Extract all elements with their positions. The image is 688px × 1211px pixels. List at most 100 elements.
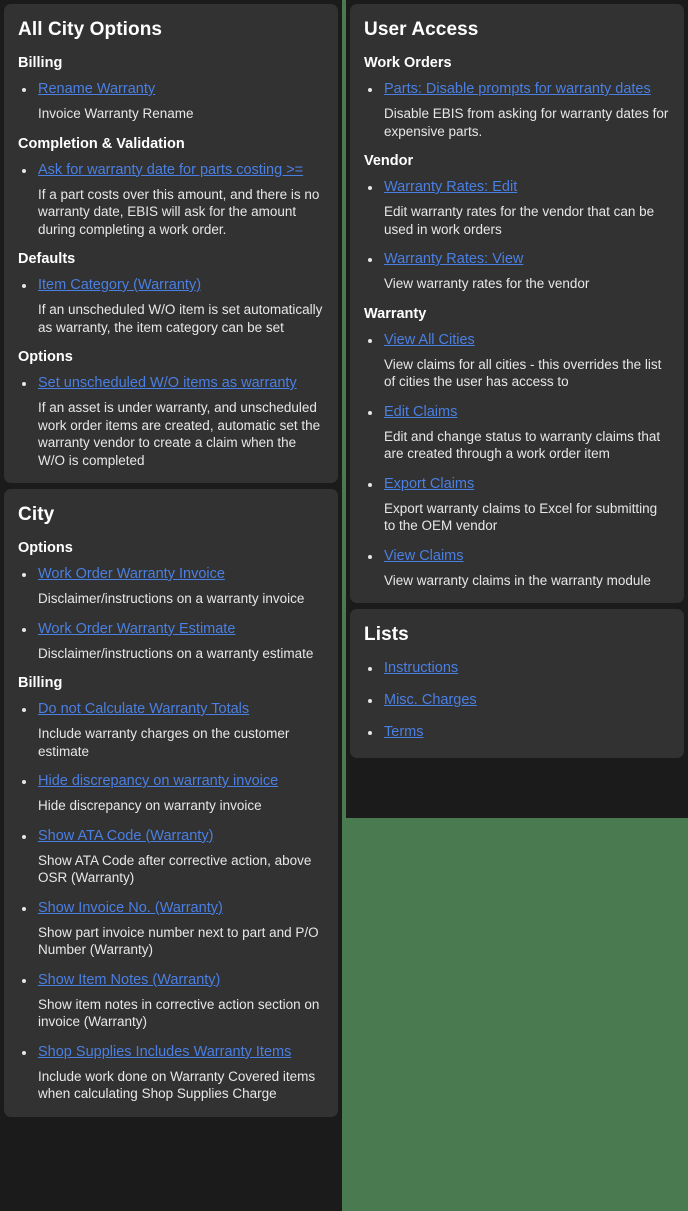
option-description: Show item notes in corrective action sec… bbox=[38, 996, 320, 1030]
group-title: Defaults bbox=[18, 251, 76, 267]
option-group: Completion & Validation Ask for warranty … bbox=[18, 135, 324, 239]
card-title: User Access bbox=[364, 19, 479, 40]
card-all-city-options: All City Options Billing Rename Warranty In… bbox=[4, 4, 338, 483]
card-city: City Options Work Order Warranty Invoice Di… bbox=[4, 489, 338, 1117]
option-group: Billing Rename Warranty Invoice Warranty R… bbox=[18, 54, 324, 123]
option-link[interactable]: Parts: Disable prompts for warranty date… bbox=[384, 81, 651, 97]
group-title: Billing bbox=[18, 675, 63, 691]
option-group: Billing Do not Calculate Warranty Totals I… bbox=[18, 674, 324, 1103]
option-group: Defaults Item Category (Warranty) If an un… bbox=[18, 250, 324, 336]
option-list: Do not Calculate Warranty Totals Include … bbox=[18, 700, 324, 1103]
group-title: Options bbox=[18, 349, 73, 365]
list-item: Terms bbox=[364, 723, 670, 742]
option-group: Options Set unscheduled W/O items as warr… bbox=[18, 348, 324, 469]
option-link[interactable]: Show Item Notes (Warranty) bbox=[38, 972, 220, 988]
option-link[interactable]: Hide discrepancy on warranty invoice bbox=[38, 773, 278, 789]
option-list: Instructions Misc. Charges Terms bbox=[364, 659, 670, 742]
option-description: Hide discrepancy on warranty invoice bbox=[38, 798, 262, 813]
option-group: Warranty View All Cities View claims for a… bbox=[364, 305, 670, 590]
option-description: Export warranty claims to Excel for subm… bbox=[384, 500, 658, 534]
option-list: Item Category (Warranty) If an unschedule… bbox=[18, 276, 324, 336]
option-description: If an asset is under warranty, and unsch… bbox=[38, 400, 321, 468]
list-item: Warranty Rates: Edit Edit warranty rates … bbox=[364, 178, 670, 238]
option-group: Work Orders Parts: Disable prompts for wa… bbox=[364, 54, 670, 140]
group-title: Billing bbox=[18, 55, 63, 71]
group-title: Options bbox=[18, 540, 73, 556]
option-link[interactable]: Warranty Rates: Edit bbox=[384, 179, 517, 195]
option-link[interactable]: Terms bbox=[384, 724, 423, 740]
option-description: Invoice Warranty Rename bbox=[38, 106, 194, 121]
card-title: City bbox=[18, 504, 55, 525]
list-item: Edit Claims Edit and change status to war… bbox=[364, 403, 670, 463]
option-group: Options Work Order Warranty Invoice Discla… bbox=[18, 539, 324, 662]
option-description: Show part invoice number next to part an… bbox=[38, 924, 319, 958]
card-lists: Lists Instructions Misc. Charges Terms bbox=[350, 609, 684, 758]
list-item: Rename Warranty Invoice Warranty Rename bbox=[18, 80, 324, 123]
option-link[interactable]: Edit Claims bbox=[384, 404, 457, 420]
list-item: Shop Supplies Includes Warranty Items Inc… bbox=[18, 1043, 324, 1103]
option-link[interactable]: Export Claims bbox=[384, 476, 474, 492]
card-title: All City Options bbox=[18, 19, 163, 40]
list-item: Do not Calculate Warranty Totals Include … bbox=[18, 700, 324, 760]
option-link[interactable]: Work Order Warranty Invoice bbox=[38, 566, 225, 582]
list-item: Item Category (Warranty) If an unschedule… bbox=[18, 276, 324, 336]
option-list: Parts: Disable prompts for warranty date… bbox=[364, 80, 670, 140]
list-item: Work Order Warranty Estimate Disclaimer/i… bbox=[18, 620, 324, 663]
option-description: Include warranty charges on the customer… bbox=[38, 726, 290, 759]
option-list: Set unscheduled W/O items as warranty If … bbox=[18, 374, 324, 469]
option-link[interactable]: Item Category (Warranty) bbox=[38, 277, 201, 293]
option-description: If an unscheduled W/O item is set automa… bbox=[38, 302, 323, 335]
option-link[interactable]: Rename Warranty bbox=[38, 81, 155, 97]
list-item: Show ATA Code (Warranty) Show ATA Code af… bbox=[18, 827, 324, 887]
list-item: Set unscheduled W/O items as warranty If … bbox=[18, 374, 324, 469]
option-link[interactable]: Show Invoice No. (Warranty) bbox=[38, 900, 223, 916]
card-user-access: User Access Work Orders Parts: Disable pro… bbox=[350, 4, 684, 603]
option-description: Disclaimer/instructions on a warranty es… bbox=[38, 645, 314, 661]
option-description: If a part costs over this amount, and th… bbox=[38, 186, 320, 237]
list-item: Show Invoice No. (Warranty) Show part inv… bbox=[18, 899, 324, 959]
list-item: Export Claims Export warranty claims to E… bbox=[364, 475, 670, 535]
group-title: Vendor bbox=[364, 153, 414, 169]
option-link[interactable]: Ask for warranty date for parts costing … bbox=[38, 162, 303, 178]
option-description: Edit warranty rates for the vendor that … bbox=[384, 204, 655, 237]
option-description: Edit and change status to warranty claim… bbox=[384, 428, 661, 462]
option-link[interactable]: View Claims bbox=[384, 548, 464, 564]
option-list: Warranty Rates: Edit Edit warranty rates … bbox=[364, 178, 670, 293]
option-link[interactable]: Misc. Charges bbox=[384, 692, 477, 708]
option-description: Include work done on Warranty Covered it… bbox=[38, 1068, 316, 1102]
option-description: Disclaimer/instructions on a warranty in… bbox=[38, 591, 305, 606]
option-link[interactable]: Show ATA Code (Warranty) bbox=[38, 828, 213, 844]
option-link[interactable]: Warranty Rates: View bbox=[384, 251, 523, 267]
list-item: Work Order Warranty Invoice Disclaimer/in… bbox=[18, 565, 324, 608]
option-link[interactable]: Shop Supplies Includes Warranty Items bbox=[38, 1044, 291, 1060]
card-title: Lists bbox=[364, 624, 409, 645]
option-list: Work Order Warranty Invoice Disclaimer/in… bbox=[18, 565, 324, 662]
list-item: Instructions bbox=[364, 659, 670, 678]
option-group: Vendor Warranty Rates: Edit Edit warranty … bbox=[364, 152, 670, 293]
list-item: Show Item Notes (Warranty) Show item note… bbox=[18, 971, 324, 1031]
group-title: Work Orders bbox=[364, 55, 452, 71]
list-item: Warranty Rates: View View warranty rates … bbox=[364, 250, 670, 293]
list-item: View All Cities View claims for all citie… bbox=[364, 331, 670, 391]
option-link[interactable]: View All Cities bbox=[384, 332, 475, 348]
group-title: Warranty bbox=[364, 305, 427, 322]
page-root: All City Options Billing Rename Warranty In… bbox=[0, 0, 688, 1211]
option-list: Rename Warranty Invoice Warranty Rename bbox=[18, 80, 324, 123]
option-description: View warranty rates for the vendor bbox=[384, 276, 590, 291]
option-list: Ask for warranty date for parts costing … bbox=[18, 161, 324, 239]
right-column-panel: User Access Work Orders Parts: Disable pro… bbox=[346, 0, 688, 818]
option-link[interactable]: Instructions bbox=[384, 660, 458, 676]
left-column-panel: All City Options Billing Rename Warranty In… bbox=[0, 0, 342, 1211]
list-item: Parts: Disable prompts for warranty date… bbox=[364, 80, 670, 140]
list-item: View Claims View warranty claims in the w… bbox=[364, 547, 670, 590]
option-description: View warranty claims in the warranty mod… bbox=[384, 572, 651, 588]
option-link[interactable]: Set unscheduled W/O items as warranty bbox=[38, 375, 297, 391]
option-list: View All Cities View claims for all citie… bbox=[364, 331, 670, 590]
list-item: Hide discrepancy on warranty invoice Hide… bbox=[18, 772, 324, 815]
option-link[interactable]: Do not Calculate Warranty Totals bbox=[38, 701, 249, 717]
group-title: Completion & Validation bbox=[18, 135, 185, 152]
option-link[interactable]: Work Order Warranty Estimate bbox=[38, 621, 235, 637]
list-item: Misc. Charges bbox=[364, 691, 670, 710]
option-description: Disable EBIS from asking for warranty da… bbox=[384, 106, 669, 139]
option-description: Show ATA Code after corrective action, a… bbox=[38, 852, 312, 886]
